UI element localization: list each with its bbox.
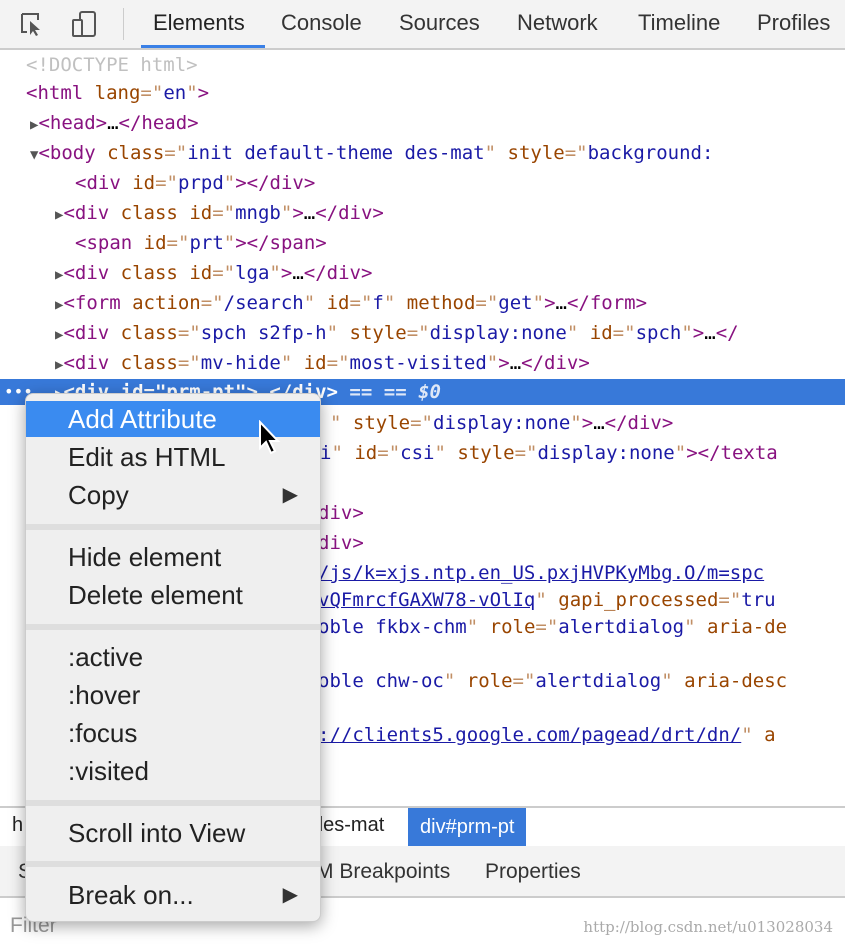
dom-line-close-div[interactable]: div> [318, 498, 364, 528]
tab-profiles[interactable]: Profiles [757, 10, 830, 36]
breadcrumb-item-selected[interactable]: div#prm-pt [408, 808, 527, 846]
tab-timeline[interactable]: Timeline [638, 10, 720, 36]
menu-item-hide-element[interactable]: Hide element [26, 539, 320, 575]
script-src-link[interactable]: /js/k=xjs.ntp.en_US.pxjHVPKyMbg.O/m=spc [318, 562, 764, 584]
menu-item-active[interactable]: :active [26, 639, 320, 675]
device-mode-icon[interactable] [70, 10, 98, 38]
menu-item-visited[interactable]: :visited [26, 753, 320, 789]
dom-line-fkbx-chm[interactable]: oble fkbx-chm" role="alertdialog" aria-d… [318, 612, 787, 642]
dom-line-script-nonce[interactable]: vQFmrcfGAXW78-vOlIq" gapi_processed="tru [318, 585, 776, 615]
dom-line-chw-oc[interactable]: oble chw-oc" role="alertdialog" aria-des… [318, 666, 787, 696]
breadcrumb-item[interactable]: des-mat [312, 814, 384, 837]
menu-item-delete-element[interactable]: Delete element [26, 577, 320, 613]
tab-dom-breakpoints[interactable]: M Breakpoints [316, 860, 450, 884]
breadcrumb-item[interactable]: h [12, 814, 23, 837]
dom-line-head[interactable]: ▶<head>…</head> [30, 108, 199, 138]
menu-divider [26, 800, 320, 806]
dom-line-iframe-src[interactable]: ://clients5.google.com/pagead/drt/dn/" a [318, 720, 776, 750]
dom-line-form[interactable]: ▶<form action="/search" id="f" method="g… [55, 288, 647, 318]
menu-item-scroll-into-view[interactable]: Scroll into View [26, 815, 320, 851]
dom-line-div-most-visited[interactable]: ▶<div class="mv-hide" id="most-visited">… [55, 348, 590, 378]
inspect-element-icon[interactable] [18, 10, 46, 38]
dom-line-html[interactable]: <html lang="en"> [26, 78, 209, 108]
menu-item-focus[interactable]: :focus [26, 715, 320, 751]
tab-network[interactable]: Network [517, 10, 598, 36]
clients5-link[interactable]: ://clients5.google.com/pagead/drt/dn/ [318, 724, 741, 746]
dom-line-doctype[interactable]: <!DOCTYPE html> [26, 50, 198, 80]
tab-elements[interactable]: Elements [153, 10, 245, 36]
tab-sources[interactable]: Sources [399, 10, 480, 36]
dom-line-div-prpd[interactable]: <div id="prpd"></div> [75, 168, 315, 198]
tab-console[interactable]: Console [281, 10, 362, 36]
dom-line-span-prt[interactable]: <span id="prt"></span> [75, 228, 327, 258]
dom-line-script-src[interactable]: /js/k=xjs.ntp.en_US.pxjHVPKyMbg.O/m=spc [318, 558, 764, 588]
mouse-cursor-icon [259, 420, 281, 455]
toolbar-divider [123, 8, 124, 40]
devtools-toolbar: Elements Console Sources Network Timelin… [0, 0, 845, 50]
menu-item-copy[interactable]: Copy ▶ [26, 477, 320, 513]
dom-line-div-spch[interactable]: ▶<div class="spch s2fp-h" style="display… [55, 318, 739, 348]
submenu-arrow-icon: ▶ [282, 884, 298, 906]
active-tab-indicator [141, 45, 265, 48]
menu-item-hover[interactable]: :hover [26, 677, 320, 713]
context-menu: Add Attribute Edit as HTML Copy ▶ Hide el… [25, 393, 321, 922]
tab-properties[interactable]: Properties [485, 860, 581, 884]
dom-line-div-mngb[interactable]: ▶<div class id="mngb">…</div> [55, 198, 384, 228]
submenu-arrow-icon: ▶ [282, 484, 298, 506]
dom-line-textarea-csi[interactable]: i" id="csi" style="display:none"></texta [320, 438, 778, 468]
dom-line-body[interactable]: ▼<body class="init default-theme des-mat… [30, 138, 713, 168]
script-link-cont[interactable]: vQFmrcfGAXW78-vOlIq [318, 589, 535, 611]
dom-line-close-div[interactable]: div> [318, 528, 364, 558]
menu-divider [26, 624, 320, 630]
dom-line-partial[interactable]: " style="display:none">…</div> [330, 408, 673, 438]
menu-item-break-on[interactable]: Break on... ▶ [26, 877, 320, 913]
dom-line-div-lga[interactable]: ▶<div class id="lga">…</div> [55, 258, 372, 288]
menu-divider [26, 861, 320, 867]
menu-divider [26, 524, 320, 530]
watermark: http://blog.csdn.net/u013028034 [583, 918, 833, 936]
